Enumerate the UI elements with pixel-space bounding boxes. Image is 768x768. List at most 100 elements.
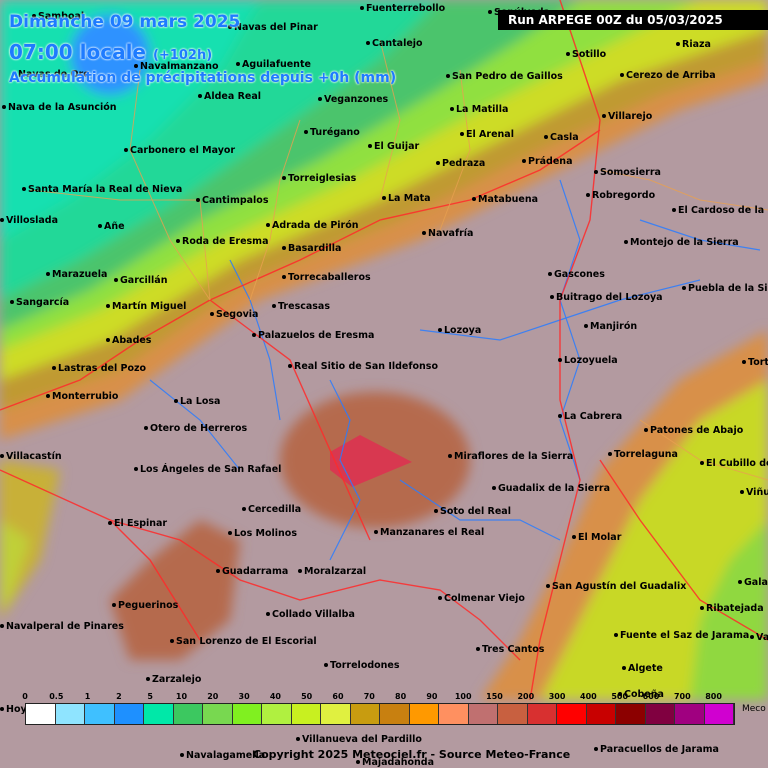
town-marker: Zarzalejo (146, 674, 202, 685)
town-marker: El Cubillo de Uceda (700, 458, 768, 469)
town-label: Aguilafuente (242, 59, 311, 70)
town-label: Casla (550, 132, 579, 143)
town-label: Moralzarzal (304, 566, 366, 577)
town-marker: La Losa (174, 396, 220, 407)
town-label: Miraflores de la Sierra (454, 451, 573, 462)
town-marker: Guadarrama (216, 566, 288, 577)
town-marker: Gascones (548, 269, 605, 280)
town-dot (566, 52, 570, 56)
town-dot (46, 272, 50, 276)
town-dot (622, 666, 626, 670)
town-label: Soto del Real (440, 506, 511, 517)
town-dot (324, 663, 328, 667)
legend-swatch (350, 704, 380, 724)
legend-swatch (232, 704, 262, 724)
town-label: Manzanares el Real (380, 527, 484, 538)
legend-label: 70 (363, 692, 375, 701)
town-marker: Riaza (676, 39, 711, 50)
town-marker: Tres Cantos (476, 644, 545, 655)
town-label: Lastras del Pozo (58, 363, 147, 374)
town-marker: San Pedro de Gaillos (446, 71, 563, 82)
town-label: Collado Villalba (272, 609, 355, 620)
town-marker: Torrelaguna (608, 449, 678, 460)
town-dot (476, 647, 480, 651)
town-label: Turégano (310, 127, 360, 138)
town-dot (124, 148, 128, 152)
town-marker: Villarejo (602, 111, 653, 122)
town-marker: Basardilla (282, 243, 341, 254)
legend-label: 30 (238, 692, 250, 701)
legend-swatch (439, 704, 469, 724)
legend-swatch (409, 704, 439, 724)
town-marker: Torrelodones (324, 660, 400, 671)
town-dot (144, 426, 148, 430)
forecast-date: Dimanche 09 mars 2025 (9, 12, 241, 32)
town-label: Guadarrama (222, 566, 288, 577)
town-label: Patones de Abajo (650, 425, 744, 436)
town-dot (572, 535, 576, 539)
town-marker: Peguerinos (112, 600, 179, 611)
town-label: Palazuelos de Eresma (258, 330, 374, 341)
town-dot (174, 399, 178, 403)
town-label: Riaza (682, 39, 711, 50)
town-label: Algete (628, 663, 663, 674)
legend-label: 20 (207, 692, 219, 701)
town-dot (236, 62, 240, 66)
town-marker: Villoslada (0, 215, 58, 226)
town-marker: Cercedilla (242, 504, 301, 515)
town-label: La Mata (388, 193, 431, 204)
town-label: El Arenal (466, 129, 514, 140)
town-dot (644, 428, 648, 432)
town-marker: Prádena (522, 156, 572, 167)
legend-label: 300 (548, 692, 566, 701)
town-dot (488, 10, 492, 14)
town-label: Torreiglesias (288, 173, 357, 184)
town-marker: Sotillo (566, 49, 607, 60)
town-label: San Pedro de Gaillos (452, 71, 563, 82)
town-dot (318, 97, 322, 101)
town-marker: Manzanares el Real (374, 527, 484, 538)
town-dot (584, 324, 588, 328)
town-marker: La Mata (382, 193, 431, 204)
town-marker: Adrada de Pirón (266, 220, 359, 231)
town-label: Martín Miguel (112, 301, 186, 312)
town-label: Villoslada (6, 215, 58, 226)
town-marker: Martín Miguel (106, 301, 186, 312)
town-marker: Navafría (422, 228, 473, 239)
legend-swatch (380, 704, 410, 724)
town-dot (438, 596, 442, 600)
town-marker: Somosierra (594, 167, 661, 178)
town-dot (586, 193, 590, 197)
town-dot (10, 300, 14, 304)
town-label: Monterrubio (52, 391, 119, 402)
forecast-lead: (+102h) (152, 48, 213, 63)
map-title: Accumulation de précipitations depuis +0… (9, 70, 397, 86)
town-dot (434, 509, 438, 513)
town-marker: Puebla de la Sierra (682, 283, 768, 294)
town-marker: Trescasas (272, 301, 330, 312)
town-label: Segovia (216, 309, 258, 320)
town-dot (228, 531, 232, 535)
legend-label: 800 (705, 692, 722, 701)
town-label: Abades (112, 335, 152, 346)
town-dot (106, 338, 110, 342)
legend-label: 40 (269, 692, 281, 701)
town-dot (252, 333, 256, 337)
town-marker: Casla (544, 132, 579, 143)
town-dot (472, 197, 476, 201)
town-marker: Abades (106, 335, 152, 346)
town-label: Otero de Herreros (150, 423, 248, 434)
town-dot (266, 612, 270, 616)
town-dot (288, 364, 292, 368)
town-label: Buitrago del Lozoya (556, 292, 663, 303)
legend-label: 200 (517, 692, 535, 701)
town-label: Colmenar Viejo (444, 593, 525, 604)
town-dot (196, 198, 200, 202)
town-label: Paracuellos de Jarama (600, 744, 719, 755)
town-marker: Navas del Pinar (228, 22, 318, 33)
town-label: Cantimpalos (202, 195, 269, 206)
town-dot (672, 208, 676, 212)
town-dot (438, 328, 442, 332)
town-dot (366, 41, 370, 45)
town-label: Fuente el Saz de Jarama (620, 630, 749, 641)
